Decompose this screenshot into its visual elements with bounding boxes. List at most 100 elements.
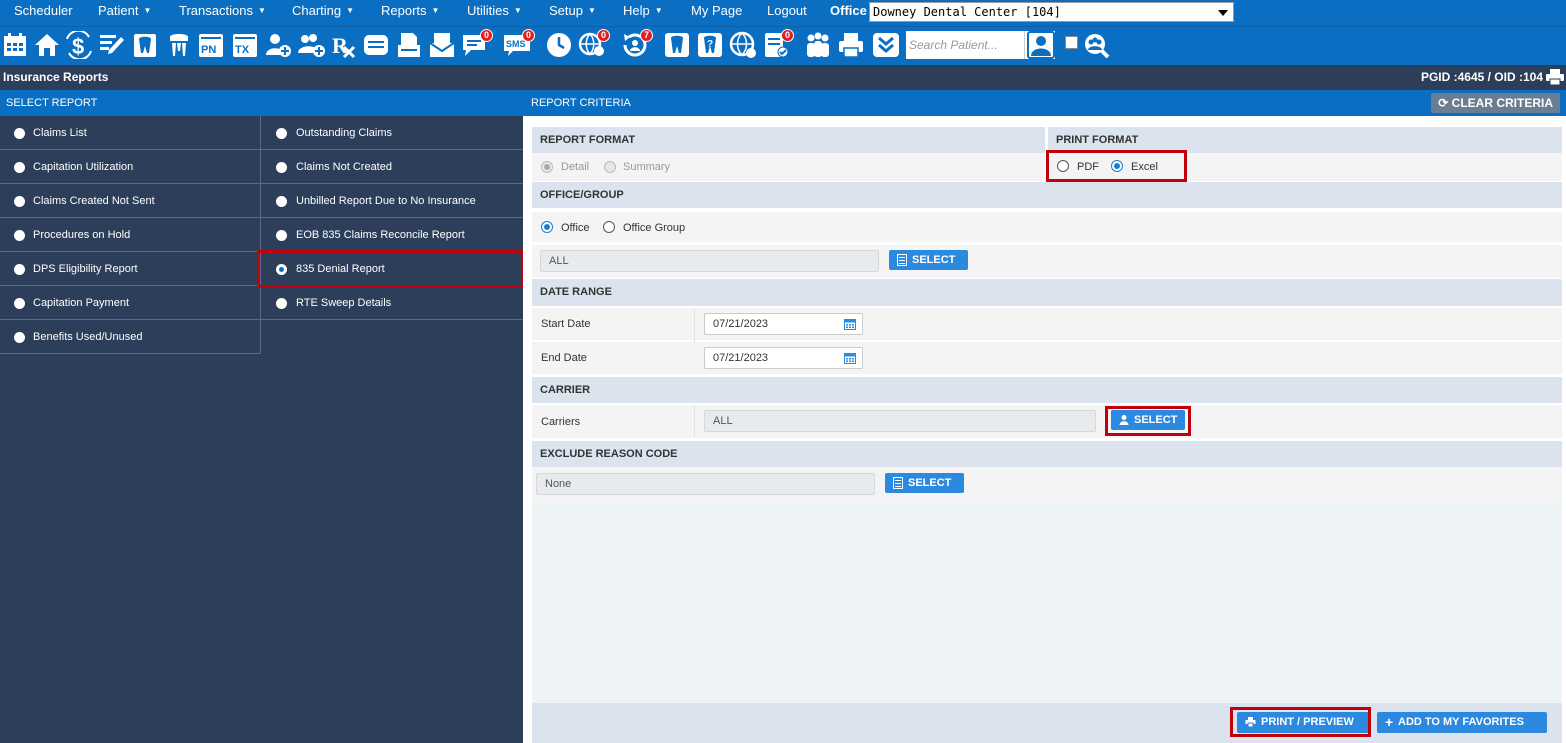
report-claims-list[interactable]: Claims List xyxy=(0,116,261,150)
sms-icon[interactable]: SMS 0 xyxy=(503,29,535,59)
report-criteria-title: REPORT CRITERIA xyxy=(531,97,631,109)
summary-radio[interactable] xyxy=(604,161,616,173)
report-benefits-used-unused[interactable]: Benefits Used/Unused xyxy=(0,320,261,354)
recall-icon[interactable]: 7 xyxy=(621,29,653,59)
radio-icon[interactable] xyxy=(276,230,287,241)
report-label: Capitation Utilization xyxy=(33,161,134,173)
radio-icon[interactable] xyxy=(14,298,25,309)
progress-notes-icon[interactable]: PN xyxy=(197,31,225,59)
messages-badge: 0 xyxy=(480,29,493,42)
globe-settings-icon[interactable] xyxy=(729,31,757,59)
header-print-icon[interactable] xyxy=(1546,69,1564,86)
group-search-icon[interactable] xyxy=(1081,31,1111,59)
report-claims-created-not-sent[interactable]: Claims Created Not Sent xyxy=(0,184,261,218)
add-to-favorites-button[interactable]: + ADD TO MY FAVORITES xyxy=(1377,712,1547,733)
highlight-print-format xyxy=(1046,150,1187,182)
clear-criteria-button[interactable]: ⟳ CLEAR CRITERIA xyxy=(1431,93,1560,113)
page-title: Insurance Reports xyxy=(3,70,109,84)
team-icon[interactable] xyxy=(804,31,832,59)
office-radio[interactable] xyxy=(541,221,553,233)
office-group-section: OFFICE/GROUP xyxy=(532,182,1562,208)
highlight-print-preview xyxy=(1230,707,1371,737)
messages-icon[interactable]: 0 xyxy=(461,29,493,59)
office-group-value-field: ALL xyxy=(540,250,879,272)
office-select[interactable]: Downey Dental Center [104] xyxy=(869,2,1234,22)
nav-help[interactable]: Help ▼ xyxy=(623,0,663,22)
search-patient-input[interactable]: Search Patient... xyxy=(906,31,1024,59)
fax-document-icon[interactable] xyxy=(395,31,423,59)
dollar-exchange-icon[interactable]: $ xyxy=(65,29,93,61)
nav-my-page[interactable]: My Page xyxy=(691,0,742,22)
office-group-radio-row: Office Office Group xyxy=(532,212,1562,242)
recall-badge: 7 xyxy=(640,29,653,42)
criteria-empty-area xyxy=(532,502,1562,703)
end-date-row: End Date 07/21/2023 xyxy=(532,342,1562,374)
report-label: Procedures on Hold xyxy=(33,229,131,241)
print-icon[interactable] xyxy=(837,31,865,59)
radio-icon[interactable] xyxy=(276,196,287,207)
web-user-icon[interactable]: 0 xyxy=(578,29,610,59)
report-capitation-utilization[interactable]: Capitation Utilization xyxy=(0,150,261,184)
nav-logout[interactable]: Logout xyxy=(767,0,807,22)
detail-radio[interactable] xyxy=(541,161,553,173)
mail-icon[interactable] xyxy=(428,31,456,59)
start-date-input[interactable]: 07/21/2023 xyxy=(704,313,863,335)
add-family-icon[interactable] xyxy=(297,31,325,59)
patient-search-icon[interactable] xyxy=(1024,31,1055,59)
plus-icon: + xyxy=(1385,714,1394,730)
end-date-input[interactable]: 07/21/2023 xyxy=(704,347,863,369)
treatment-plan-icon[interactable]: TX xyxy=(231,31,259,59)
report-claims-not-created[interactable]: Claims Not Created xyxy=(261,150,523,184)
select-report-header: SELECT REPORT xyxy=(0,90,523,116)
calendar-icon[interactable] xyxy=(1,31,29,59)
nav-charting[interactable]: Charting ▼ xyxy=(292,0,354,22)
prescription-icon[interactable]: R xyxy=(330,31,358,59)
nav-transactions[interactable]: Transactions ▼ xyxy=(179,0,266,22)
collapse-down-icon[interactable] xyxy=(872,31,900,59)
nav-patient[interactable]: Patient ▼ xyxy=(98,0,151,22)
tooth-box-icon[interactable] xyxy=(663,31,691,59)
office-group-select-button[interactable]: SELECT xyxy=(889,250,968,270)
add-patient-icon[interactable] xyxy=(264,31,292,59)
report-rte-sweep-details[interactable]: RTE Sweep Details xyxy=(261,286,523,320)
nav-reports[interactable]: Reports ▼ xyxy=(381,0,439,22)
report-procedures-on-hold[interactable]: Procedures on Hold xyxy=(0,218,261,252)
report-eob-835-reconcile[interactable]: EOB 835 Claims Reconcile Report xyxy=(261,218,523,252)
clock-icon[interactable] xyxy=(545,31,573,59)
forms-icon[interactable] xyxy=(362,31,390,59)
start-date-row: Start Date 07/21/2023 xyxy=(532,308,1562,374)
report-label: Unbilled Report Due to No Insurance xyxy=(296,195,476,207)
report-dps-eligibility[interactable]: DPS Eligibility Report xyxy=(0,252,261,286)
office-group-radio[interactable] xyxy=(603,221,615,233)
report-capitation-payment[interactable]: Capitation Payment xyxy=(0,286,261,320)
radio-icon[interactable] xyxy=(14,128,25,139)
radio-icon[interactable] xyxy=(14,264,25,275)
report-outstanding-claims[interactable]: Outstanding Claims xyxy=(261,116,523,150)
radio-icon[interactable] xyxy=(14,162,25,173)
radio-icon[interactable] xyxy=(14,332,25,343)
report-label: RTE Sweep Details xyxy=(296,297,392,309)
radio-icon[interactable] xyxy=(14,196,25,207)
tooth-chart-icon[interactable] xyxy=(131,31,159,59)
edit-notes-icon[interactable] xyxy=(97,31,125,59)
dropdown-arrow-icon xyxy=(1218,10,1228,16)
radio-icon[interactable] xyxy=(14,230,25,241)
radio-icon[interactable] xyxy=(276,162,287,173)
nav-scheduler[interactable]: Scheduler xyxy=(14,0,73,22)
svg-text:SMS: SMS xyxy=(506,39,526,49)
calendar-icon[interactable] xyxy=(844,318,856,330)
report-unbilled-no-insurance[interactable]: Unbilled Report Due to No Insurance xyxy=(261,184,523,218)
list-icon xyxy=(897,254,907,266)
exclude-reason-select-button[interactable]: SELECT xyxy=(885,473,964,493)
nav-utilities[interactable]: Utilities ▼ xyxy=(467,0,522,22)
document-check-icon[interactable]: 0 xyxy=(762,29,794,59)
home-icon[interactable] xyxy=(33,31,61,59)
radio-icon[interactable] xyxy=(276,128,287,139)
caret-down-icon: ▼ xyxy=(431,6,440,15)
toolbar-checkbox[interactable] xyxy=(1065,36,1078,49)
question-tooth-icon[interactable]: ? xyxy=(696,31,724,59)
nav-setup[interactable]: Setup ▼ xyxy=(549,0,596,22)
radio-icon[interactable] xyxy=(276,298,287,309)
tooth-icon[interactable] xyxy=(165,31,193,59)
calendar-icon[interactable] xyxy=(844,352,856,364)
